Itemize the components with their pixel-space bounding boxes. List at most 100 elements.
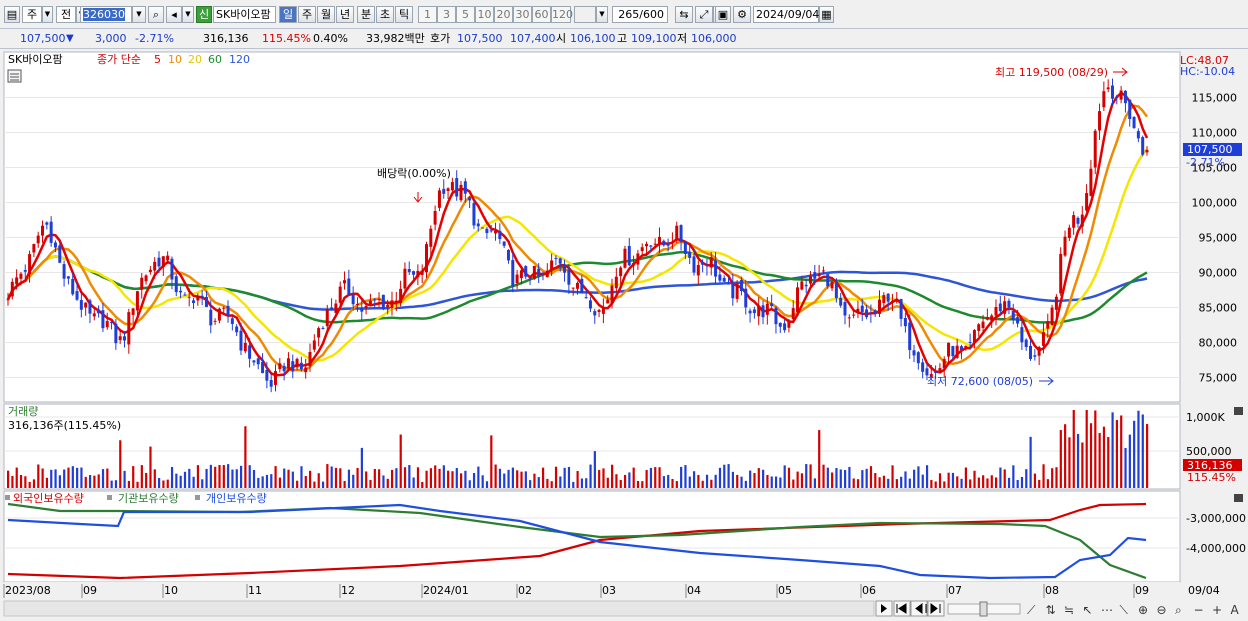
volume-bar [680,466,683,488]
current-price: 107,500 [20,32,66,45]
chart-scrollbar[interactable] [3,600,875,617]
x-axis-label: 04 [687,584,701,597]
interval-label: 월 [320,8,332,21]
compare-tool-icon[interactable]: ⇅ [1046,603,1056,617]
period-60-button[interactable]: 60 [532,6,551,23]
scale-tool-icon[interactable]: ≒ [1064,603,1074,617]
search-zoom-icon[interactable]: ⌕ [1175,603,1182,617]
volume-bar [179,475,182,488]
zoom-out-tool-icon[interactable]: ⊖ [1157,603,1167,617]
volume-bar [101,469,105,488]
volume-bar [386,478,389,488]
code-dropdown-icon[interactable]: ▼ [132,6,146,23]
cursor-tool-icon[interactable]: ↖ [1083,603,1093,617]
candle-body [821,270,825,272]
candle-body [576,282,579,289]
search-icon[interactable]: ⌕ [148,6,164,23]
candle-body [1067,227,1071,238]
interval-minute-button[interactable]: 분 [357,6,375,23]
interval-day-button[interactable]: 일 [279,6,297,23]
volume-bar [196,465,200,488]
interval-month-button[interactable]: 월 [317,6,335,23]
candle-body [166,255,170,261]
volume-bar [252,469,256,488]
period-5-button[interactable]: 5 [456,6,475,23]
volume-bar [947,472,950,488]
period-20-button[interactable]: 20 [494,6,513,23]
period-1-button[interactable]: 1 [418,6,437,23]
date-input[interactable]: 2024/09/04 [753,6,819,23]
volume-bar [11,476,14,488]
period-10-button[interactable]: 10 [475,6,494,23]
period-type-dropdown-icon[interactable]: ▼ [42,6,53,23]
last-price-pct: -2.71% [1186,156,1225,169]
speaker-dropdown-icon[interactable]: ▼ [182,6,194,23]
candle-body [407,269,411,273]
x-axis-label: 02 [518,584,532,597]
period-type-select[interactable]: 주 [22,6,42,23]
window-menu-icon[interactable]: ▤ [4,6,20,23]
font-size-icon[interactable]: A [1231,603,1240,617]
volume-bar [222,465,225,488]
minus-icon[interactable]: − [1194,603,1204,617]
settings-gear-icon[interactable]: ⚙ [733,6,751,23]
candle-body [1003,301,1007,314]
trend-tool-icon[interactable]: ⟍ [1120,603,1129,617]
candle-body [1089,168,1093,196]
stock-code-input[interactable]: 326030 [80,6,132,23]
volume-bar [1059,430,1062,488]
mode-select[interactable]: 전 [56,6,76,23]
interval-tick-button[interactable]: 틱 [395,6,413,23]
holdings-panel-close-icon[interactable] [1234,494,1243,502]
volume-bar [930,479,933,488]
candle-body [416,270,420,278]
high-price: 109,100 [631,32,677,45]
ask-price: 107,500 [457,32,503,45]
candle-body [243,342,247,352]
candle-body [114,323,118,344]
volume-bar [257,477,260,488]
interval-year-button[interactable]: 년 [336,6,354,23]
volume-bar [913,469,916,488]
candle-body [192,300,196,303]
interval-week-button[interactable]: 주 [298,6,316,23]
period-30-button[interactable]: 30 [513,6,532,23]
candle-body [584,297,588,299]
zoom-slider-handle[interactable] [979,601,988,617]
period-120-button[interactable]: 120 [551,6,573,23]
candle-body [942,359,946,369]
chart-tools-icon[interactable]: ⇆ [675,6,693,23]
volume-bar [1102,426,1106,488]
calendar-icon[interactable]: ▦ [819,6,834,23]
x-axis-label: 2023/08 [5,584,51,597]
line-tool-icon[interactable]: ⟋ [1027,603,1036,617]
volume-bar [80,467,83,488]
candle-body [545,270,549,278]
draw-tools-icon[interactable]: ⤢ [695,6,713,23]
volume-bar [615,474,618,488]
save-icon[interactable]: ▣ [715,6,731,23]
period-3-button[interactable]: 3 [437,6,456,23]
data-tool-icon[interactable]: ⋯ [1101,603,1113,617]
volume-panel-close-icon[interactable] [1234,407,1243,415]
volume-bar [416,467,420,488]
plus-icon[interactable]: + [1212,603,1222,617]
volume-bar [585,478,588,488]
volume-bar [97,474,100,488]
zoom-in-tool-icon[interactable]: ⊕ [1138,603,1148,617]
date-value: 2024/09/04 [756,8,820,21]
period-custom-input[interactable] [574,6,596,23]
volume-bar [904,471,907,488]
mode-label: 전 [60,8,72,21]
range-count-field[interactable]: 265/600 [612,6,668,23]
volume-bar [188,468,191,488]
volume-bar [869,466,873,488]
speaker-icon[interactable]: ◂ [166,6,182,23]
stock-chart[interactable]: 75,000 80,000 85,000 90,000 95,000 100,000 10 5… [0,50,1248,621]
candle-body [403,268,407,289]
period-dropdown-icon[interactable]: ▼ [596,6,608,23]
candle-body [532,265,536,279]
candle-body [1076,217,1080,224]
candle-body [32,244,36,253]
interval-second-button[interactable]: 초 [376,6,394,23]
